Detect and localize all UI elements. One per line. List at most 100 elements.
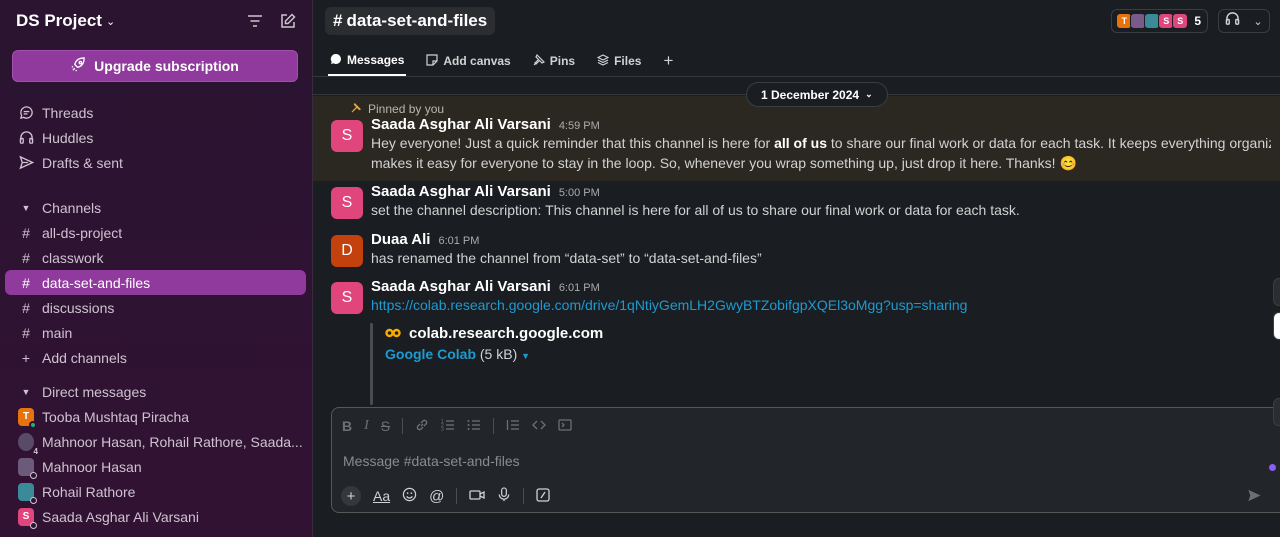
- message-text: set the channel description: This channe…: [371, 202, 1020, 218]
- channel-label: main: [42, 324, 73, 341]
- sidebar-item-dm[interactable]: T Tooba Mushtaq Piracha: [0, 404, 313, 429]
- message-timestamp[interactable]: 5:00 PM: [559, 187, 600, 199]
- avatar[interactable]: D: [331, 235, 363, 267]
- text-format-icon[interactable]: Aa: [373, 488, 390, 504]
- message-author[interactable]: Duaa Ali: [371, 231, 430, 248]
- shortcut-icon[interactable]: [536, 487, 551, 505]
- channel-name: data-set-and-files: [346, 11, 488, 30]
- section-label: Channels: [42, 199, 102, 216]
- sidebar-item-huddles[interactable]: Huddles: [0, 125, 313, 150]
- filter-icon[interactable]: [248, 15, 262, 27]
- sidebar-item-channel[interactable]: # discussions: [0, 295, 313, 320]
- message[interactable]: S Saada Asghar Ali Varsani 6:01 PM https…: [331, 278, 1271, 315]
- message[interactable]: D Duaa Ali 6:01 PM has renamed the chann…: [331, 231, 1271, 268]
- avatar[interactable]: S: [331, 282, 363, 314]
- sidebar-item-threads[interactable]: Threads: [0, 100, 313, 125]
- tab-label: Files: [614, 54, 642, 68]
- link-icon[interactable]: [415, 418, 429, 435]
- tab-pins[interactable]: Pins: [531, 46, 577, 76]
- sidebar-item-drafts[interactable]: Drafts & sent: [0, 150, 313, 175]
- canvas-icon: [426, 53, 438, 69]
- chevron-down-icon[interactable]: ⌄: [1253, 15, 1262, 28]
- avatar[interactable]: S: [331, 187, 363, 219]
- sidebar-item-label: Drafts & sent: [42, 154, 123, 171]
- strikethrough-icon[interactable]: S: [381, 418, 390, 434]
- ordered-list-icon[interactable]: 123: [441, 418, 455, 435]
- workspace-header[interactable]: DS Project ⌄: [0, 0, 312, 42]
- microphone-icon[interactable]: [497, 487, 511, 505]
- scroll-button[interactable]: [1273, 278, 1280, 306]
- sidebar-item-channel-active[interactable]: # data-set-and-files: [5, 270, 306, 295]
- compose-icon[interactable]: [280, 13, 296, 29]
- message-author[interactable]: Saada Asghar Ali Varsani: [371, 183, 551, 200]
- tab-messages[interactable]: Messages: [328, 46, 407, 76]
- message-timestamp[interactable]: 6:01 PM: [438, 235, 479, 247]
- dms-section-header[interactable]: ▼ Direct messages: [0, 379, 313, 404]
- avatar: 4: [18, 432, 38, 456]
- message-author[interactable]: Saada Asghar Ali Varsani: [371, 278, 551, 295]
- tab-label: Add canvas: [443, 54, 511, 68]
- sidebar-item-group-dm[interactable]: 4 Mahnoor Hasan, Rohail Rathore, Saada..…: [0, 429, 313, 456]
- members-button[interactable]: T S S 5: [1111, 9, 1208, 33]
- message[interactable]: S Saada Asghar Ali Varsani 4:59 PM Hey e…: [331, 116, 1271, 173]
- workspace-name[interactable]: DS Project: [16, 11, 102, 31]
- channel-title-button[interactable]: # data-set-and-files: [325, 7, 496, 35]
- plus-icon: +: [663, 51, 674, 70]
- huddle-button[interactable]: ⌄: [1218, 9, 1270, 33]
- caret-down-icon[interactable]: ▼: [521, 351, 530, 361]
- unfurl-file[interactable]: Google Colab (5 kB) ▼: [385, 346, 530, 362]
- dm-label: Rohail Rathore: [42, 483, 136, 500]
- tab-label: Messages: [347, 53, 405, 67]
- upgrade-button[interactable]: Upgrade subscription: [12, 50, 298, 82]
- scroll-button[interactable]: [1273, 398, 1280, 426]
- code-block-icon[interactable]: [558, 418, 572, 435]
- file-link[interactable]: Google Colab: [385, 346, 476, 362]
- sidebar-item-dm[interactable]: S Saada Asghar Ali Varsani: [0, 504, 313, 529]
- chevron-down-icon[interactable]: ⌄: [106, 15, 115, 28]
- message-timestamp[interactable]: 4:59 PM: [559, 120, 600, 132]
- pin-icon: [533, 53, 545, 69]
- sidebar-item-channel[interactable]: # classwork: [0, 245, 313, 270]
- blockquote-icon[interactable]: [506, 418, 520, 435]
- channels-section-header[interactable]: ▼ Channels: [0, 195, 313, 220]
- video-icon[interactable]: [469, 488, 486, 505]
- sidebar-item-channel[interactable]: # main: [0, 320, 313, 345]
- avatar[interactable]: S: [331, 120, 363, 152]
- sidebar-item-dm[interactable]: Rohail Rathore: [0, 479, 313, 504]
- bullet-list-icon[interactable]: [467, 418, 481, 435]
- dm-label: Mahnoor Hasan: [42, 458, 142, 475]
- message-timestamp[interactable]: 6:01 PM: [559, 282, 600, 294]
- sidebar-nav: Threads Huddles Drafts & sent ▼ Channels: [0, 100, 313, 529]
- mention-icon[interactable]: @: [429, 488, 444, 505]
- colab-logo-icon: [385, 325, 401, 342]
- unfurl-border: [370, 323, 373, 405]
- svg-text:3: 3: [441, 427, 444, 432]
- send-button[interactable]: [1247, 488, 1262, 508]
- away-status-icon: [30, 471, 37, 479]
- tab-files[interactable]: Files: [595, 46, 643, 76]
- italic-icon[interactable]: I: [364, 418, 369, 434]
- headphones-icon: [1225, 11, 1240, 31]
- message[interactable]: S Saada Asghar Ali Varsani 5:00 PM set t…: [331, 183, 1271, 220]
- code-icon[interactable]: [532, 418, 547, 435]
- away-status-icon: [30, 496, 37, 504]
- add-channels-button[interactable]: + Add channels: [0, 345, 313, 370]
- bold-icon[interactable]: B: [342, 418, 352, 434]
- sidebar-item-channel[interactable]: # all-ds-project: [0, 220, 313, 245]
- caret-down-icon: ▼: [21, 386, 31, 397]
- plus-icon[interactable]: +: [341, 486, 361, 506]
- message-composer[interactable]: B I S 123 Message #data-set-and-files + …: [331, 407, 1280, 513]
- sidebar-item-dm[interactable]: Mahnoor Hasan: [0, 454, 313, 479]
- date-divider-button[interactable]: 1 December 2024 ⌄: [746, 82, 888, 107]
- pinned-indicator: Pinned by you: [351, 102, 444, 116]
- scroll-button[interactable]: [1273, 312, 1280, 340]
- message-input[interactable]: Message #data-set-and-files: [343, 453, 520, 469]
- message-author[interactable]: Saada Asghar Ali Varsani: [371, 116, 551, 133]
- add-tab-button[interactable]: +: [661, 46, 675, 76]
- unfurl-title[interactable]: colab.research.google.com: [385, 325, 603, 342]
- section-label: Direct messages: [42, 383, 147, 400]
- emoji-icon[interactable]: [402, 487, 417, 505]
- message-link[interactable]: https://colab.research.google.com/drive/…: [371, 295, 1271, 315]
- tab-add-canvas[interactable]: Add canvas: [424, 46, 512, 76]
- app-window: DS Project ⌄ Upgrade subscription Thread…: [0, 0, 1280, 537]
